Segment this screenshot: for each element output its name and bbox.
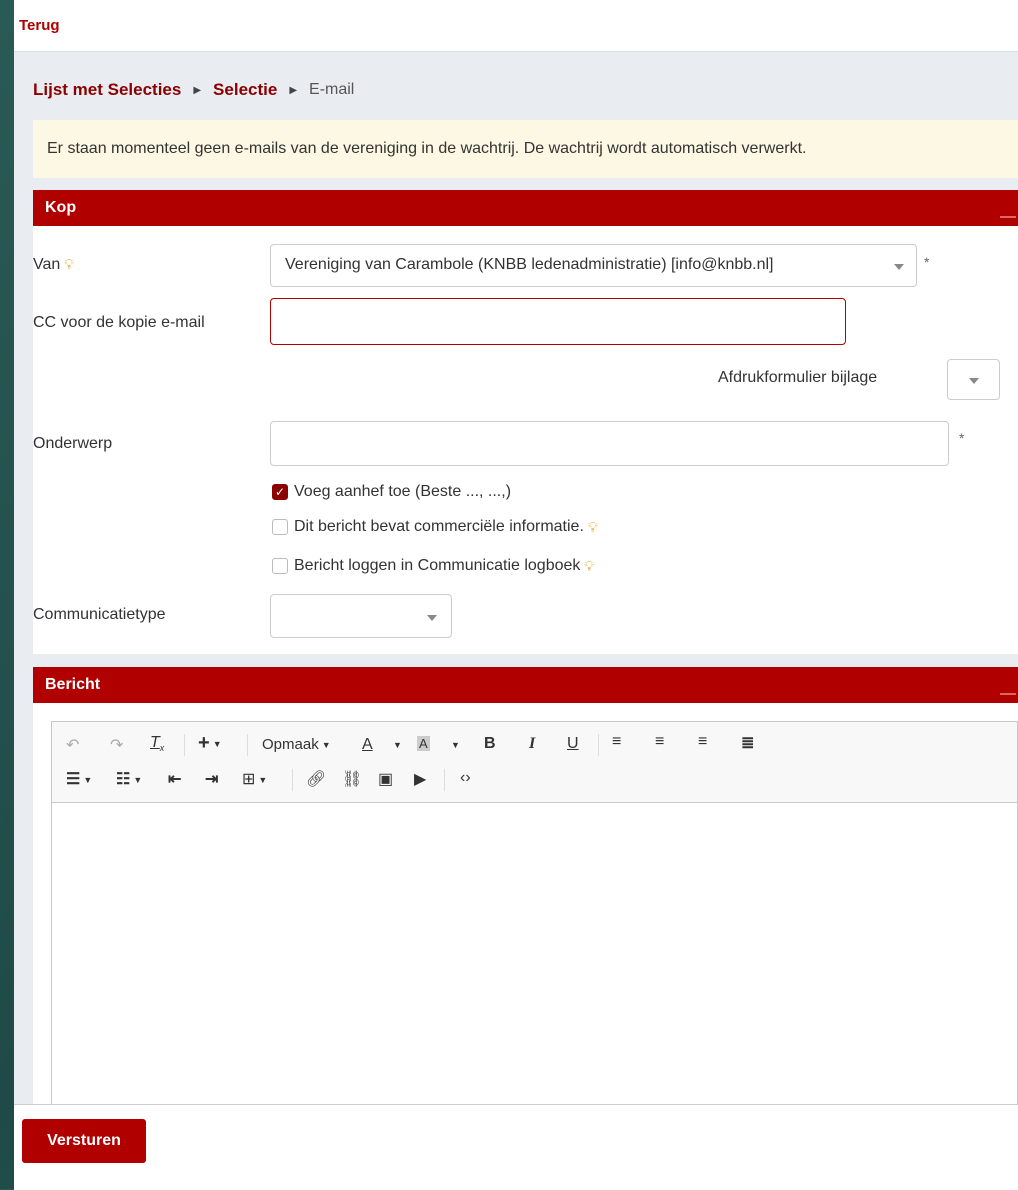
bg-color-icon[interactable]: A — [417, 736, 430, 751]
redo-icon[interactable]: ↷ — [110, 735, 123, 755]
commercieel-checkbox[interactable]: Dit bericht bevat commerciële informatie… — [272, 518, 598, 536]
format-dropdown[interactable]: Opmaak ▼ — [262, 736, 331, 753]
cc-email-input[interactable] — [270, 298, 846, 345]
breadcrumb-separator-icon: ▶ — [289, 84, 298, 96]
back-link[interactable]: Terug — [19, 17, 60, 34]
kop-panel-body: Van 💡︎ Vereniging van Carambole (KNBB led… — [33, 226, 1018, 654]
van-selected-value: Vereniging van Carambole (KNBB ledenadmi… — [285, 256, 774, 273]
footer-bar: Versturen — [14, 1104, 1018, 1190]
communicatietype-label: Communicatietype — [33, 606, 166, 623]
aanhef-checkbox[interactable]: ✓ Voeg aanhef toe (Beste ..., ...,) — [272, 483, 511, 501]
breadcrumb-email: E-mail — [309, 81, 355, 98]
bold-icon[interactable]: B — [484, 735, 496, 753]
van-select[interactable]: Vereniging van Carambole (KNBB ledenadmi… — [270, 244, 917, 287]
van-label: Van 💡︎ — [33, 256, 75, 273]
afdruk-select[interactable] — [947, 359, 1000, 400]
kop-panel-header: Kop — [33, 190, 1018, 226]
cc-label: CC voor de kopie e-mail — [33, 314, 205, 331]
text-color-icon[interactable]: A — [362, 736, 373, 754]
breadcrumb-selecties[interactable]: Lijst met Selecties — [33, 80, 181, 100]
clear-format-icon[interactable]: Tx — [150, 734, 164, 753]
italic-icon[interactable]: I — [529, 735, 535, 753]
bericht-panel-title: Bericht — [45, 676, 101, 693]
required-marker: * — [959, 430, 965, 446]
required-marker: * — [924, 254, 930, 270]
chevron-down-icon[interactable]: ▼ — [393, 740, 402, 750]
table-icon[interactable]: ⊞ ▼ — [242, 769, 267, 789]
numbered-list-icon[interactable]: ☷ ▼ — [116, 769, 142, 789]
communicatietype-select[interactable] — [270, 594, 452, 638]
collapse-icon[interactable] — [1000, 216, 1016, 218]
indent-icon[interactable]: ⇥ — [205, 769, 218, 789]
app-window: Terug Lijst met Selecties ▶ Selectie ▶ E… — [14, 0, 1018, 1190]
lightbulb-icon[interactable]: 💡︎ — [588, 519, 598, 536]
bullet-list-icon[interactable]: ☰ ▼ — [66, 769, 92, 789]
logboek-checkbox[interactable]: Bericht loggen in Communicatie logboek 💡… — [272, 557, 594, 575]
lightbulb-icon[interactable]: 💡︎ — [64, 256, 74, 272]
bericht-panel-header: Bericht — [33, 667, 1018, 703]
editor-toolbar: ↶ ↷ Tx + ▼ Opmaak ▼ A ▼ A ▼ B I U ≡ ≡ ≡ ≣ … — [52, 722, 1017, 803]
afdruk-label: Afdrukformulier bijlage — [718, 369, 878, 386]
breadcrumb-separator-icon: ▶ — [193, 84, 202, 96]
queue-notice: Er staan momenteel geen e-mails van de v… — [33, 120, 1018, 178]
media-icon[interactable]: ▶ — [414, 769, 426, 789]
source-code-icon[interactable]: ‹› — [460, 769, 471, 787]
onderwerp-label: Onderwerp — [33, 435, 113, 452]
align-justify-icon[interactable]: ≣ — [741, 733, 754, 753]
insert-plus-icon[interactable]: + ▼ — [198, 732, 222, 755]
chevron-down-icon — [894, 264, 904, 270]
align-right-icon[interactable]: ≡ — [698, 733, 707, 751]
breadcrumb: Lijst met Selecties ▶ Selectie ▶ E-mail — [33, 80, 354, 100]
send-button[interactable]: Versturen — [22, 1119, 146, 1163]
onderwerp-input[interactable] — [270, 421, 949, 466]
link-icon[interactable]: 🔗︎ — [306, 769, 326, 789]
undo-icon[interactable]: ↶ — [66, 735, 79, 755]
lightbulb-icon[interactable]: 💡︎ — [584, 558, 594, 575]
chevron-down-icon — [427, 615, 437, 621]
top-bar: Terug — [14, 0, 1018, 52]
checkmark-icon: ✓ — [272, 484, 288, 500]
align-center-icon[interactable]: ≡ — [655, 733, 664, 751]
align-left-icon[interactable]: ≡ — [612, 733, 621, 751]
outdent-icon[interactable]: ⇤ — [168, 769, 181, 789]
breadcrumb-selectie[interactable]: Selectie — [213, 80, 277, 100]
collapse-icon[interactable] — [1000, 693, 1016, 695]
unlink-icon[interactable]: ⛓︎ — [342, 769, 362, 789]
underline-icon[interactable]: U — [567, 735, 579, 753]
chevron-down-icon[interactable]: ▼ — [451, 740, 460, 750]
kop-panel-title: Kop — [45, 199, 77, 216]
chevron-down-icon — [969, 378, 979, 384]
image-icon[interactable]: ▣ — [378, 769, 393, 789]
